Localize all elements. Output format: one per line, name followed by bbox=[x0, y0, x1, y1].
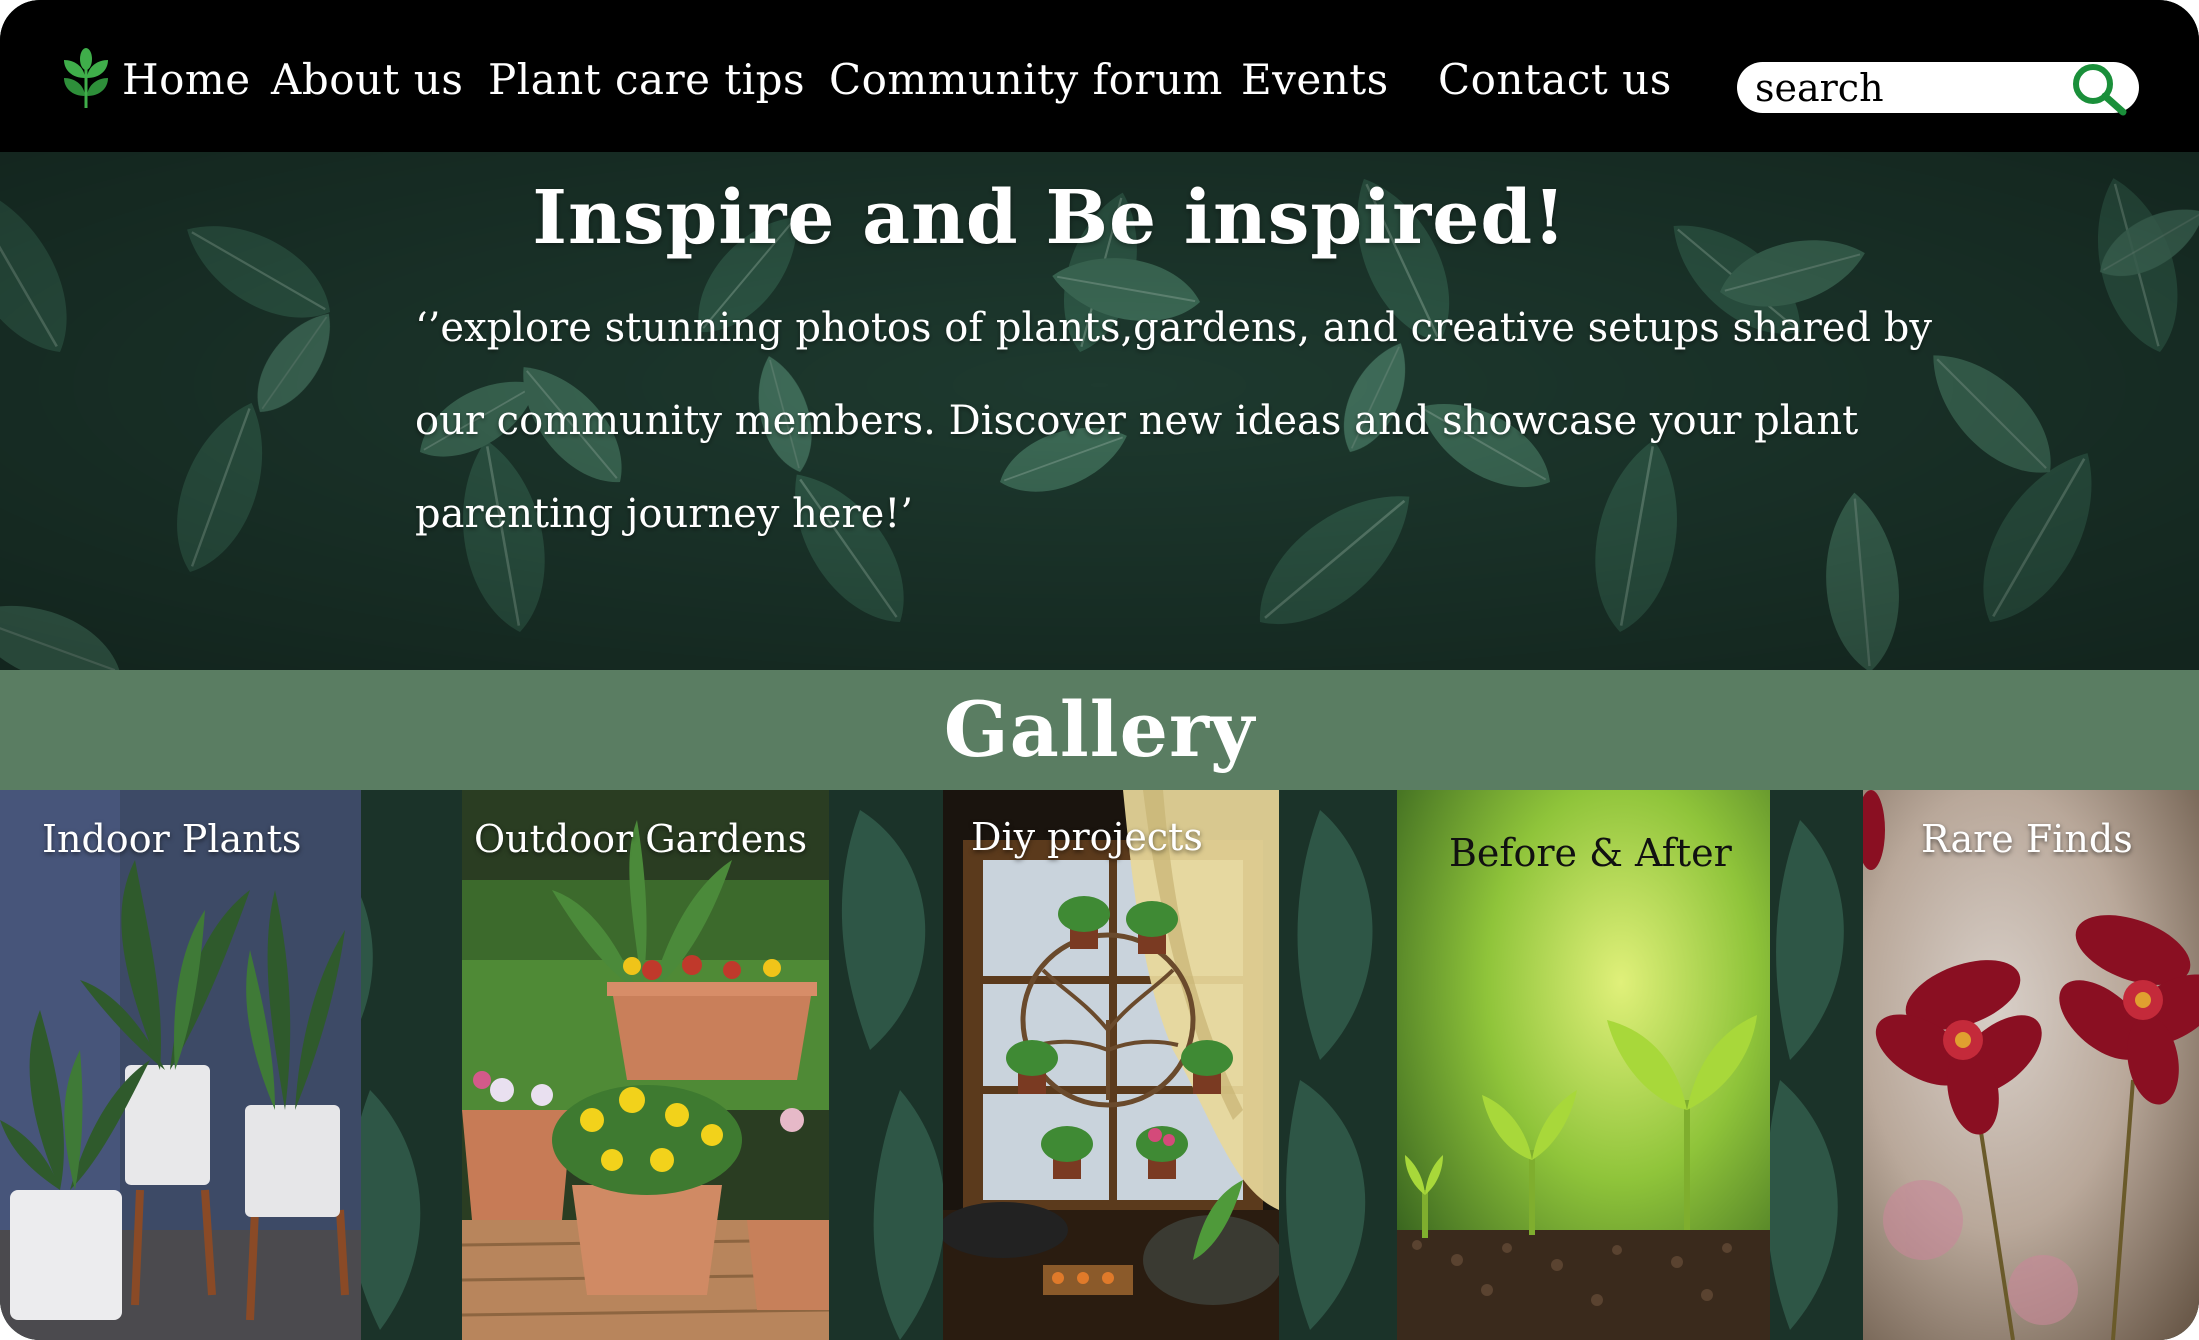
search-icon[interactable] bbox=[2067, 62, 2129, 116]
gallery-tile-indoor-plants[interactable]: Indoor Plants bbox=[0, 790, 361, 1340]
diy-projects-image bbox=[943, 790, 1279, 1340]
gallery-tile-rare-finds[interactable]: Rare Finds bbox=[1863, 790, 2199, 1340]
gallery-tile-diy-projects[interactable]: Diy projects bbox=[943, 790, 1279, 1340]
search-box bbox=[1737, 62, 2139, 116]
nav-contact-us-link[interactable]: Contact us bbox=[1438, 52, 1672, 108]
tile-label-indoor-plants: Indoor Plants bbox=[42, 817, 302, 861]
top-navigation: Home About us Plant care tips Community … bbox=[0, 0, 2199, 152]
gallery-strip: Indoor Plants Outdoor Gardens Diy projec… bbox=[0, 790, 2199, 1340]
outdoor-gardens-image bbox=[462, 790, 829, 1340]
hero-description: ‘’explore stunning photos of plants,gard… bbox=[415, 305, 1932, 537]
tile-label-rare-finds: Rare Finds bbox=[1921, 817, 2133, 861]
tile-label-outdoor-gardens: Outdoor Gardens bbox=[474, 817, 808, 861]
tile-label-diy-projects: Diy projects bbox=[971, 815, 1203, 859]
gallery-title: Gallery bbox=[943, 685, 1256, 774]
search-input[interactable] bbox=[1755, 62, 2055, 113]
page-frame: Home About us Plant care tips Community … bbox=[0, 0, 2199, 1340]
gallery-tile-outdoor-gardens[interactable]: Outdoor Gardens bbox=[462, 790, 829, 1340]
indoor-plants-image bbox=[0, 790, 361, 1340]
rare-finds-image bbox=[1863, 790, 2199, 1340]
tile-label-before-after: Before & After bbox=[1449, 831, 1732, 875]
nav-events-link[interactable]: Events bbox=[1241, 52, 1389, 108]
gallery-header-bar: Gallery bbox=[0, 670, 2199, 790]
logo-leaf-icon[interactable] bbox=[60, 48, 112, 110]
gallery-tile-before-after[interactable]: Before & After bbox=[1397, 790, 1770, 1340]
nav-home-link[interactable]: Home bbox=[122, 52, 251, 108]
nav-about-link[interactable]: About us bbox=[271, 52, 463, 108]
hero-title: Inspire and Be inspired! bbox=[532, 175, 1567, 261]
nav-community-forum-link[interactable]: Community forum bbox=[829, 52, 1223, 108]
hero-section: Inspire and Be inspired! ‘’explore stunn… bbox=[0, 152, 2199, 670]
nav-plant-care-tips-link[interactable]: Plant care tips bbox=[488, 52, 805, 108]
